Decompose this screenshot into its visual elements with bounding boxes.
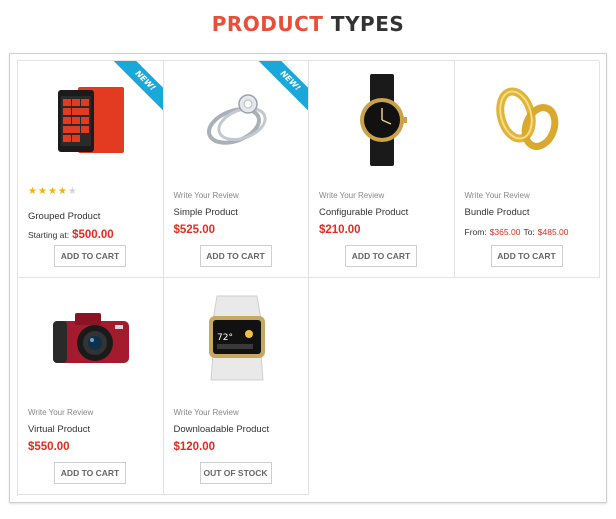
camera-icon[interactable]	[36, 284, 146, 389]
product-name[interactable]: Simple Product	[174, 207, 238, 218]
price: $525.00	[173, 224, 216, 236]
watch-icon[interactable]	[327, 67, 437, 172]
price-prefix: Starting at:	[28, 230, 70, 240]
price: $210.00	[319, 224, 361, 236]
product-name[interactable]: Configurable Product	[319, 207, 408, 218]
price: $550.00	[28, 441, 70, 453]
add-to-cart-button[interactable]: ADD TO CART	[199, 245, 272, 267]
write-review-link[interactable]: Write Your Review	[174, 191, 239, 200]
price-range: From: $365.00 To: $485.00	[465, 227, 572, 237]
price-line: Starting at: $500.00	[28, 229, 114, 241]
price-from: $365.00	[489, 227, 521, 237]
star-icon: ★	[67, 186, 77, 197]
product-card-simple[interactable]: NEW! Write Your Review Simple Product $5…	[163, 61, 309, 278]
product-card-downloadable[interactable]: 72° Write Your Review Downloadable Produ…	[163, 278, 309, 495]
star-icon: ★	[28, 186, 37, 197]
price-from-label: From:	[464, 227, 487, 237]
wedding-rings-icon[interactable]	[473, 67, 583, 172]
product-name[interactable]: Virtual Product	[28, 424, 90, 435]
product-card-configurable[interactable]: Write Your Review Configurable Product $…	[309, 61, 455, 278]
product-card-grouped[interactable]: NEW! ★ ★ ★ ★ ★ Grouped Product Starting …	[18, 61, 164, 278]
product-grid-frame: NEW! ★ ★ ★ ★ ★ Grouped Product Starting …	[9, 53, 607, 503]
add-to-cart-button[interactable]: ADD TO CART	[54, 462, 126, 484]
add-to-cart-button[interactable]: ADD TO CART	[54, 245, 126, 267]
out-of-stock-button: OUT OF STOCK	[199, 462, 272, 484]
smartphone-icon[interactable]	[36, 67, 146, 172]
write-review-link[interactable]: Write Your Review	[174, 408, 239, 417]
price-to: $485.00	[537, 227, 569, 237]
price: $120.00	[173, 441, 216, 453]
svg-text:72°: 72°	[217, 333, 233, 343]
heading-rest: TYPES	[330, 12, 405, 36]
write-review-link[interactable]: Write Your Review	[319, 191, 384, 200]
star-icon: ★	[47, 186, 57, 197]
smartwatch-icon[interactable]: 72°	[182, 284, 292, 389]
product-name[interactable]: Grouped Product	[28, 211, 100, 222]
section-heading: PRODUCT TYPES	[0, 12, 616, 40]
product-card-virtual[interactable]: Write Your Review Virtual Product $550.0…	[18, 278, 164, 495]
ring-icon[interactable]	[182, 67, 292, 172]
price-to-label: To:	[523, 227, 535, 237]
star-icon: ★	[37, 186, 47, 197]
rating-stars: ★ ★ ★ ★ ★	[28, 187, 77, 197]
price: $500.00	[72, 229, 114, 241]
add-to-cart-button[interactable]: ADD TO CART	[490, 245, 563, 267]
write-review-link[interactable]: Write Your Review	[465, 191, 530, 200]
product-card-bundle[interactable]: Write Your Review Bundle Product From: $…	[454, 61, 600, 278]
product-name[interactable]: Downloadable Product	[174, 424, 270, 435]
product-name[interactable]: Bundle Product	[465, 207, 530, 218]
write-review-link[interactable]: Write Your Review	[28, 408, 93, 417]
product-grid: NEW! ★ ★ ★ ★ ★ Grouped Product Starting …	[17, 60, 600, 496]
heading-accent: PRODUCT	[211, 12, 324, 36]
add-to-cart-button[interactable]: ADD TO CART	[345, 245, 417, 267]
star-icon: ★	[57, 186, 67, 197]
